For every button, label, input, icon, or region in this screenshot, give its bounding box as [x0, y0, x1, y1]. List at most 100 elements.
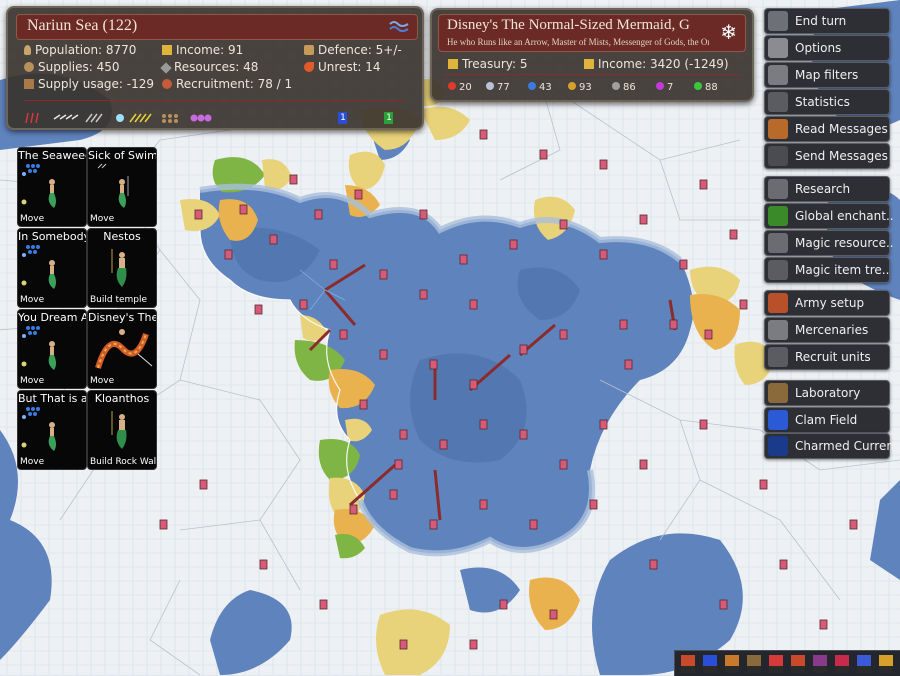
province-flag-marker[interactable] — [394, 459, 403, 470]
unit-card[interactable]: But That is a Move — [17, 390, 87, 470]
province-flag-marker[interactable] — [699, 179, 708, 190]
province-flag-marker[interactable] — [399, 429, 408, 440]
province-flag-marker[interactable] — [639, 459, 648, 470]
province-flag-marker[interactable] — [599, 419, 608, 430]
unit-card[interactable]: Sick of Swim Move — [87, 147, 157, 227]
province-flag-marker[interactable] — [589, 499, 598, 510]
unit-card[interactable]: The Seaweed Move — [17, 147, 87, 227]
unit-card[interactable]: Disney's The Move — [87, 309, 157, 389]
province-flag-marker[interactable] — [779, 559, 788, 570]
army-setup-button[interactable]: Army setup — [764, 290, 890, 316]
end-turn-button[interactable]: End turn — [764, 8, 890, 34]
province-flag-marker[interactable] — [239, 204, 248, 215]
province-flag-marker[interactable] — [549, 609, 558, 620]
province-flag-marker[interactable] — [314, 209, 323, 220]
unit-card[interactable]: Nestos Build temple — [87, 228, 157, 308]
province-flag-marker[interactable] — [299, 299, 308, 310]
province-flag-marker[interactable] — [599, 249, 608, 260]
province-flag-marker[interactable] — [519, 344, 528, 355]
province-flag-marker[interactable] — [519, 429, 528, 440]
nation-flag-icon[interactable] — [747, 655, 761, 673]
read-messages-button[interactable]: Read Messages — [764, 116, 890, 142]
province-flag-marker[interactable] — [224, 249, 233, 260]
nation-flag-icon[interactable] — [857, 655, 871, 673]
laboratory-button[interactable]: Laboratory — [764, 380, 890, 406]
global-enchant-button[interactable]: Global enchant.. — [764, 203, 894, 229]
province-flag-marker[interactable] — [619, 319, 628, 330]
province-flag-marker[interactable] — [819, 619, 828, 630]
province-flag-marker[interactable] — [329, 259, 338, 270]
statistics-button[interactable]: Statistics — [764, 89, 890, 115]
nation-flag-icon[interactable] — [791, 655, 805, 673]
province-flag-marker[interactable] — [159, 519, 168, 530]
province-flag-marker[interactable] — [419, 289, 428, 300]
province-flag-marker[interactable] — [669, 319, 678, 330]
province-flag-marker[interactable] — [339, 329, 348, 340]
province-flag-marker[interactable] — [269, 234, 278, 245]
province-flag-marker[interactable] — [649, 559, 658, 570]
province-flag-marker[interactable] — [529, 519, 538, 530]
clam-field-button[interactable]: Clam Field — [764, 407, 890, 433]
magic-resource-button[interactable]: Magic resource.. — [764, 230, 894, 256]
province-flag-marker[interactable] — [259, 559, 268, 570]
province-flag-marker[interactable] — [469, 639, 478, 650]
province-flag-marker[interactable] — [289, 174, 298, 185]
options-button[interactable]: Options — [764, 35, 890, 61]
province-flag-marker[interactable] — [469, 379, 478, 390]
unit-card[interactable]: Kloanthos Build Rock Wall — [87, 390, 157, 470]
province-flag-marker[interactable] — [479, 129, 488, 140]
research-button[interactable]: Research — [764, 176, 890, 202]
province-flag-marker[interactable] — [679, 259, 688, 270]
province-flag-marker[interactable] — [419, 209, 428, 220]
province-flag-marker[interactable] — [354, 189, 363, 200]
province-flag-marker[interactable] — [349, 504, 358, 515]
province-flag-marker[interactable] — [254, 304, 263, 315]
province-flag-marker[interactable] — [459, 254, 468, 265]
nation-flag-icon[interactable] — [681, 655, 695, 673]
province-flag-marker[interactable] — [194, 209, 203, 220]
province-flag-marker[interactable] — [559, 329, 568, 340]
province-flag-marker[interactable] — [429, 519, 438, 530]
map-filters-button[interactable]: Map filters — [764, 62, 890, 88]
province-flag-marker[interactable] — [599, 159, 608, 170]
province-flag-marker[interactable] — [439, 439, 448, 450]
nation-flag-icon[interactable] — [879, 655, 893, 673]
province-flag-marker[interactable] — [849, 519, 858, 530]
province-flag-marker[interactable] — [389, 489, 398, 500]
province-flag-marker[interactable] — [429, 359, 438, 370]
province-flag-marker[interactable] — [359, 399, 368, 410]
province-flag-marker[interactable] — [719, 599, 728, 610]
nation-flag-icon[interactable] — [769, 655, 783, 673]
province-flag-marker[interactable] — [729, 229, 738, 240]
province-flag-marker[interactable] — [479, 419, 488, 430]
province-flag-marker[interactable] — [499, 599, 508, 610]
recruit-units-button[interactable]: Recruit units — [764, 344, 890, 370]
unit-card[interactable]: In Somebody Move — [17, 228, 87, 308]
province-flag-marker[interactable] — [539, 149, 548, 160]
nation-flag-icon[interactable] — [703, 655, 717, 673]
province-flag-marker[interactable] — [479, 499, 488, 510]
unit-card[interactable]: You Dream A Move — [17, 309, 87, 389]
mercenaries-button[interactable]: Mercenaries — [764, 317, 890, 343]
province-flag-marker[interactable] — [469, 299, 478, 310]
province-flag-marker[interactable] — [379, 269, 388, 280]
nation-flag-icon[interactable] — [835, 655, 849, 673]
nation-flag-icon[interactable] — [813, 655, 827, 673]
nation-flag-icon[interactable] — [725, 655, 739, 673]
magic-item-button[interactable]: Magic item tre.. — [764, 257, 890, 283]
province-flag-marker[interactable] — [739, 299, 748, 310]
province-flag-marker[interactable] — [559, 219, 568, 230]
send-messages-button[interactable]: Send Messages — [764, 143, 890, 169]
province-flag-marker[interactable] — [639, 214, 648, 225]
province-flag-marker[interactable] — [624, 359, 633, 370]
province-flag-marker[interactable] — [559, 459, 568, 470]
province-flag-marker[interactable] — [704, 329, 713, 340]
province-flag-marker[interactable] — [379, 349, 388, 360]
charmed-current-button[interactable]: Charmed Current — [764, 433, 899, 459]
province-flag-marker[interactable] — [759, 479, 768, 490]
province-flag-marker[interactable] — [399, 639, 408, 650]
province-flag-marker[interactable] — [319, 599, 328, 610]
province-flag-marker[interactable] — [509, 239, 518, 250]
province-flag-marker[interactable] — [699, 419, 708, 430]
province-flag-marker[interactable] — [199, 479, 208, 490]
